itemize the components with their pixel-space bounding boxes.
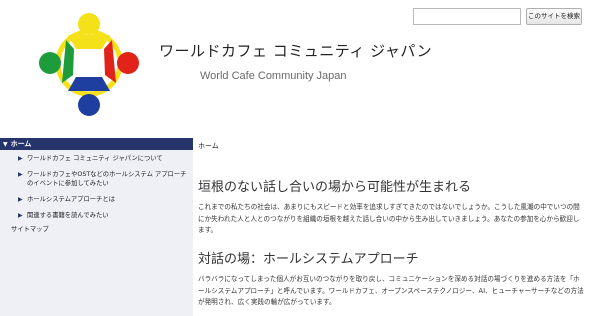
sidebar-item-label: 関連する書籍を読んでみたい	[27, 212, 109, 219]
breadcrumb: ホーム	[198, 142, 219, 150]
triangle-right-icon: ▶	[18, 212, 23, 219]
sidebar-item-books[interactable]: ▶ 関連する書籍を読んでみたい	[0, 207, 193, 223]
sidebar-item-label: ワールドカフェやOSTなどのホールシステム アプローチのイベントに参加してみたい	[27, 171, 187, 187]
search-button[interactable]: このサイトを検索	[526, 8, 582, 25]
sidebar-home-label: ホーム	[10, 140, 32, 148]
section-body: これまでの私たちの社会は、あまりにもスピードと効率を追求しすぎてきたのではないで…	[198, 203, 580, 234]
triangle-right-icon: ▶	[18, 155, 23, 162]
circle-of-people-logo-icon	[39, 13, 139, 116]
search-input[interactable]	[413, 8, 521, 25]
triangle-right-icon: ▶	[18, 196, 23, 203]
sidebar-item-label: ホールシステムアプローチとは	[27, 196, 115, 203]
section-heading: 対話の場：ホールシステムアプローチ	[198, 252, 419, 267]
sidebar-item-about[interactable]: ▶ ワールドカフェ コミュニティ ジャパンについて	[0, 150, 193, 166]
section-body: バラバラになってしまった個人がお互いのつながりを取り戻し、コミュニケーションを深…	[198, 275, 584, 306]
sidebar-item-label: ワールドカフェ コミュニティ ジャパンについて	[27, 155, 163, 162]
sidebar-nav: ▼ ホーム ▶ ワールドカフェ コミュニティ ジャパンについて ▶ ワールドカフェ…	[0, 138, 193, 316]
triangle-right-icon: ▶	[18, 171, 23, 178]
section-heading: 垣根のない話し合いの場から可能性が生まれる	[198, 180, 472, 195]
sidebar-sitemap-label: サイトマップ	[11, 226, 49, 233]
sidebar-item-events[interactable]: ▶ ワールドカフェやOSTなどのホールシステム アプローチのイベントに参加してみ…	[0, 166, 193, 191]
site-title[interactable]: ワールドカフェ コミュニティ ジャパン	[159, 40, 432, 61]
sidebar-item-whole-system[interactable]: ▶ ホールシステムアプローチとは	[0, 191, 193, 207]
site-subtitle: World Cafe Community Japan	[200, 70, 347, 82]
sidebar-item-sitemap[interactable]: サイトマップ	[0, 223, 193, 238]
content-section: 垣根のない話し合いの場から可能性が生まれる これまでの私たちの社会は、あまりにも…	[198, 176, 586, 237]
content-section: 対話の場：ホールシステムアプローチ バラバラになってしまった個人がお互いのつなが…	[198, 248, 586, 309]
sidebar-item-home[interactable]: ▼ ホーム	[0, 138, 193, 150]
